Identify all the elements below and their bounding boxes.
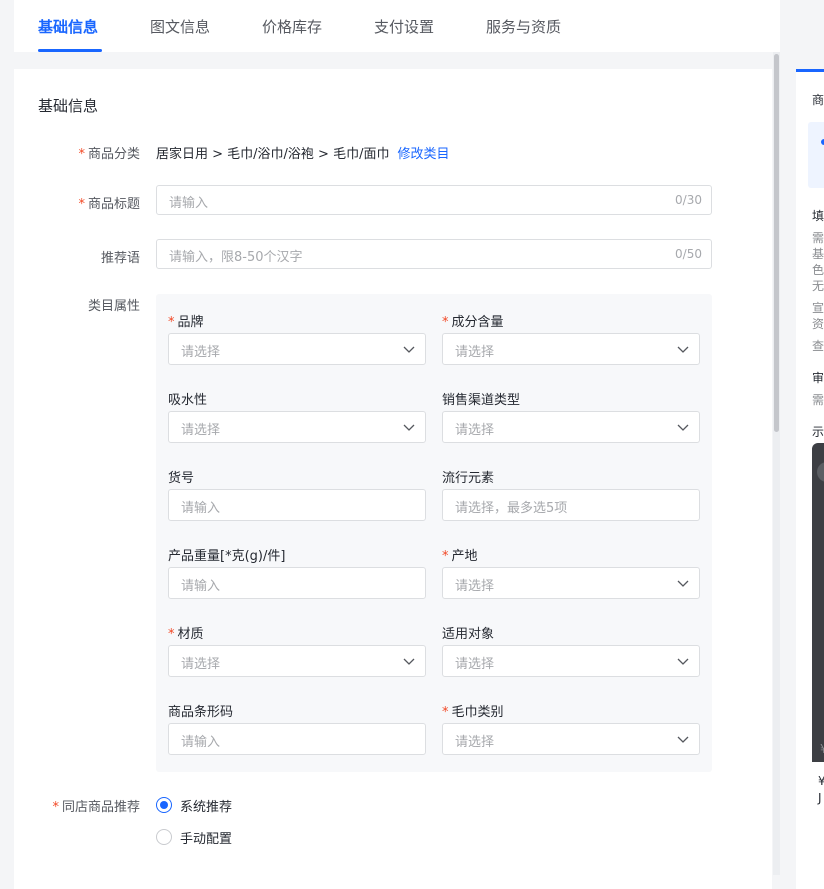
tab-bar: 基础信息 图文信息 价格库存 支付设置 服务与资质 <box>14 0 780 52</box>
category-path-text: 居家日用 > 毛巾/浴巾/浴袍 > 毛巾/面巾 <box>156 147 390 162</box>
tab-price-stock[interactable]: 价格库存 <box>262 16 322 37</box>
attr-select-0[interactable]: 请选择 <box>168 333 426 365</box>
side-panel-text: ¥ <box>820 742 824 756</box>
side-panel-text: J <box>818 791 822 805</box>
side-panel-text: 填 <box>812 209 824 223</box>
side-panel-text: 宣 <box>812 301 824 315</box>
attr-placeholder: 请选择 <box>455 735 495 750</box>
attr-select-7[interactable]: 请选择 <box>442 567 700 599</box>
side-panel-text: ¥ <box>818 774 824 788</box>
attr-input-4[interactable]: 请输入 <box>168 489 426 521</box>
section-title: 基础信息 <box>38 97 99 115</box>
attr-placeholder: 请选择 <box>181 657 221 672</box>
side-panel-text: 商 <box>812 93 824 107</box>
attr-input-10[interactable]: 请输入 <box>168 723 426 755</box>
recommend-label: * 同店商品推荐 <box>52 800 140 815</box>
system-recommend-label[interactable]: 系统推荐 <box>180 796 232 815</box>
side-panel-accent <box>796 69 824 72</box>
slogan-counter: 0/50 <box>675 247 702 261</box>
attributes-label: 类目属性 <box>87 299 140 314</box>
attr-label-5: 流行元素 <box>442 471 495 486</box>
chevron-down-icon <box>677 580 689 587</box>
attr-select-3[interactable]: 请选择 <box>442 411 700 443</box>
preview-side-panel: 商填需基色无宣资查审需示 ¥ ¥ J <box>796 69 824 889</box>
attr-label-11: * 毛巾类别 <box>442 705 504 720</box>
attr-label-9: 适用对象 <box>442 627 495 642</box>
attr-placeholder: 请选择 <box>455 579 495 594</box>
category-label: * 商品分类 <box>78 147 140 162</box>
side-panel-text: 基 <box>812 247 824 261</box>
attr-placeholder: 请选择 <box>455 345 495 360</box>
attr-label-4: 货号 <box>168 471 195 486</box>
slogan-placeholder: 请输入，限8-50个汉字 <box>169 250 303 265</box>
required-mark: * <box>442 705 449 720</box>
chevron-down-icon <box>677 736 689 743</box>
attr-label-2: 吸水性 <box>168 393 208 408</box>
attr-select-8[interactable]: 请选择 <box>168 645 426 677</box>
tab-basic-info[interactable]: 基础信息 <box>38 16 98 37</box>
required-mark: * <box>168 627 175 642</box>
basic-info-card: 基础信息 * 商品分类 居家日用 > 毛巾/浴巾/浴袍 > 毛巾/面巾 修改类目 *… <box>14 69 772 889</box>
chevron-down-icon <box>677 658 689 665</box>
attr-placeholder: 请选择 <box>455 657 495 672</box>
attr-placeholder: 请选择 <box>181 423 221 438</box>
required-mark: * <box>78 197 85 212</box>
chevron-down-icon <box>403 346 415 353</box>
attr-input-6[interactable]: 请输入 <box>168 567 426 599</box>
attr-placeholder: 请选择 <box>455 423 495 438</box>
scrollbar-thumb[interactable] <box>774 54 779 432</box>
product-title-counter: 0/30 <box>675 193 702 207</box>
manual-config-radio[interactable] <box>156 829 172 845</box>
edit-category-link[interactable]: 修改类目 <box>397 147 449 162</box>
manual-config-label[interactable]: 手动配置 <box>180 828 232 847</box>
attr-label-8: * 材质 <box>168 627 204 642</box>
side-panel-text: 示 <box>812 425 824 439</box>
tab-graphic-info[interactable]: 图文信息 <box>150 16 210 37</box>
chevron-down-icon <box>677 424 689 431</box>
side-panel-text: 色 <box>812 263 824 277</box>
side-panel-text: 资 <box>812 317 824 331</box>
side-panel-text: 需 <box>812 393 824 407</box>
attr-label-6: 产品重量[*克(g)/件] <box>168 549 286 564</box>
attr-input-5[interactable]: 请选择，最多选5项 <box>442 489 700 521</box>
attr-placeholder: 请选择 <box>181 345 221 360</box>
attr-placeholder: 请输入 <box>181 735 221 750</box>
attributes-panel: * 品牌 请选择 * 成分含量 请选择 吸水性 请选择 销售渠道类型 请选择 货号 请输入 流行元素 请选… <box>156 294 712 772</box>
attr-select-9[interactable]: 请选择 <box>442 645 700 677</box>
attr-label-1: * 成分含量 <box>442 315 504 330</box>
attr-label-0: * 品牌 <box>168 315 204 330</box>
attr-label-3: 销售渠道类型 <box>442 393 521 408</box>
active-tab-indicator <box>38 49 102 52</box>
side-panel-text: 无 <box>812 279 824 293</box>
tab-service-qualification[interactable]: 服务与资质 <box>486 16 561 37</box>
attr-label-10: 商品条形码 <box>168 705 234 720</box>
chevron-down-icon <box>677 346 689 353</box>
title-label: * 商品标题 <box>78 197 140 212</box>
required-mark: * <box>52 800 59 815</box>
slogan-input[interactable]: 请输入，限8-50个汉字 0/50 <box>156 239 712 269</box>
side-panel-text: 查 <box>812 339 824 353</box>
required-mark: * <box>78 147 85 162</box>
tab-payment-settings[interactable]: 支付设置 <box>374 16 434 37</box>
attr-select-11[interactable]: 请选择 <box>442 723 700 755</box>
side-panel-text: 需 <box>812 231 824 245</box>
product-title-input[interactable]: 请输入 0/30 <box>156 185 712 215</box>
chevron-down-icon <box>403 658 415 665</box>
attr-select-1[interactable]: 请选择 <box>442 333 700 365</box>
attr-placeholder: 请输入 <box>181 501 221 516</box>
system-recommend-radio[interactable] <box>156 797 172 813</box>
side-panel-text: 审 <box>812 371 824 385</box>
chevron-down-icon <box>403 424 415 431</box>
required-mark: * <box>168 315 175 330</box>
product-title-placeholder: 请输入 <box>169 196 209 211</box>
attr-placeholder: 请选择，最多选5项 <box>455 501 568 516</box>
attr-placeholder: 请输入 <box>181 579 221 594</box>
category-path: 居家日用 > 毛巾/浴巾/浴袍 > 毛巾/面巾 修改类目 <box>156 143 449 162</box>
attr-select-2[interactable]: 请选择 <box>168 411 426 443</box>
attr-label-7: * 产地 <box>442 549 478 564</box>
required-mark: * <box>442 549 449 564</box>
side-hint-box <box>808 122 824 188</box>
required-mark: * <box>442 315 449 330</box>
slogan-label: 推荐语 <box>100 251 140 266</box>
